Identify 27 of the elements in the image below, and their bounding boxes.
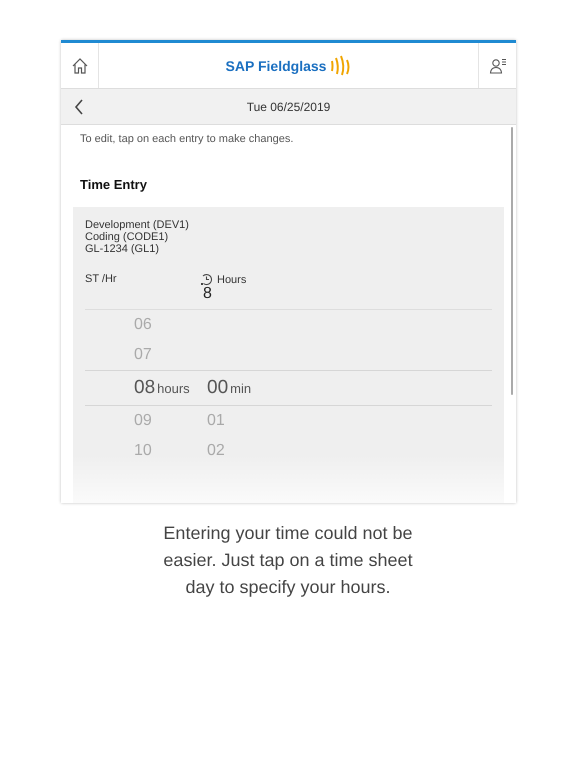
selected-time-row[interactable]: 08 hours 00 min (85, 370, 492, 406)
rate-label: ST /Hr (85, 273, 118, 287)
caption-text: Entering your time could not be easier. Just tap on a time sheet day to specify your hours. (162, 522, 414, 599)
brand-logo-text: SAP Fieldglass (226, 58, 326, 74)
section-title: Time Entry (79, 176, 148, 194)
entry-detail: Development (DEV1) (85, 219, 190, 231)
minute-option[interactable]: 01 (207, 412, 225, 430)
hour-option[interactable]: 08 (134, 377, 156, 399)
clock-icon (200, 273, 213, 286)
hour-option[interactable]: 07 (134, 346, 152, 364)
hours-value: 8 (203, 286, 213, 302)
back-icon[interactable] (74, 98, 84, 114)
hour-option[interactable]: 10 (134, 442, 152, 460)
hour-option[interactable]: 06 (134, 316, 152, 334)
hours-unit: hours (157, 381, 190, 396)
minute-option[interactable]: 02 (207, 442, 225, 460)
user-menu-icon[interactable] (488, 56, 506, 74)
hour-option[interactable]: 09 (134, 412, 152, 430)
hours-label: Hours (217, 274, 246, 286)
minutes-unit: min (230, 381, 252, 396)
instruction-text: To edit, tap on each entry to make changes. (79, 132, 294, 145)
date-title: Tue 06/25/2019 (246, 100, 332, 114)
minute-option[interactable]: 00 (207, 377, 228, 399)
logo-icon (329, 54, 352, 76)
entry-detail: GL-1234 (GL1) (85, 243, 160, 255)
home-icon[interactable] (70, 56, 88, 74)
entry-detail: Coding (CODE1) (85, 231, 170, 243)
